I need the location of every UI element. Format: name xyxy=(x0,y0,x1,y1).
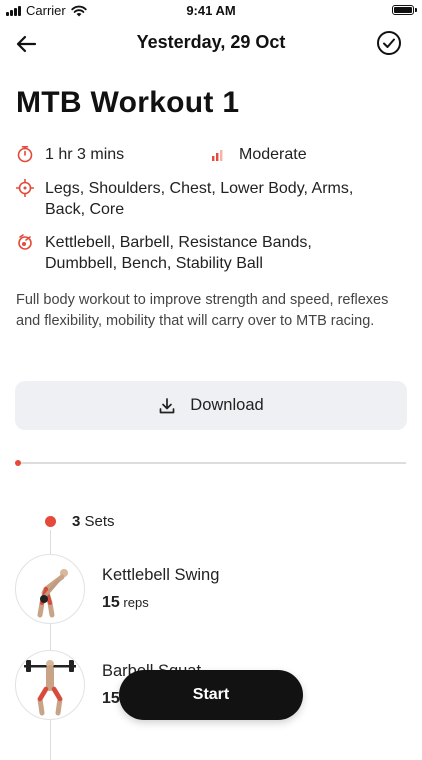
nav-bar: Yesterday, 29 Oct xyxy=(0,28,422,58)
reps-count: 15 xyxy=(102,594,120,611)
progress-indicator xyxy=(15,460,21,466)
barbell-squat-illustration xyxy=(24,660,76,716)
download-label: Download xyxy=(190,396,264,414)
target-icon xyxy=(16,179,34,197)
reps-unit: reps xyxy=(123,595,149,610)
sets-marker xyxy=(45,516,56,527)
exercise-reps: 15 reps xyxy=(102,594,149,612)
duration-row: 1 hr 3 mins xyxy=(16,144,124,165)
status-time: 9:41 AM xyxy=(186,3,236,18)
equipment-row: Kettlebell, Barbell, Resistance Bands, D… xyxy=(16,232,385,274)
workout-title: MTB Workout 1 xyxy=(16,86,240,119)
body-parts-row: Legs, Shoulders, Chest, Lower Body, Arms… xyxy=(16,178,385,220)
exercise-thumbnail[interactable] xyxy=(15,554,85,624)
nav-title: Yesterday, 29 Oct xyxy=(136,32,286,52)
workout-progress-bar xyxy=(15,460,406,466)
kettlebell-swing-illustration xyxy=(37,569,68,618)
sets-text: Sets xyxy=(84,513,115,530)
body-parts-text: Legs, Shoulders, Chest, Lower Body, Arms… xyxy=(45,180,354,218)
equipment-text: Kettlebell, Barbell, Resistance Bands, D… xyxy=(45,234,312,272)
battery-icon xyxy=(392,5,417,15)
sets-label: 3 Sets xyxy=(72,513,115,530)
status-bar: Carrier 9:41 AM xyxy=(0,0,422,22)
download-button[interactable]: Download xyxy=(15,381,407,430)
sets-count: 3 xyxy=(72,513,81,530)
download-icon xyxy=(159,397,175,413)
intensity-bars-icon xyxy=(212,150,223,161)
exercise-thumbnail[interactable] xyxy=(15,650,85,720)
progress-track xyxy=(16,462,406,464)
equipment-icon xyxy=(18,234,32,250)
intensity-row: Moderate xyxy=(210,144,307,165)
start-button[interactable]: Start xyxy=(119,670,303,720)
reps-count: 15 xyxy=(102,690,120,707)
duration-text: 1 hr 3 mins xyxy=(45,146,125,163)
stopwatch-icon xyxy=(17,146,33,163)
workout-description: Full body workout to improve strength an… xyxy=(16,292,389,329)
intensity-text: Moderate xyxy=(239,146,307,163)
exercise-name: Kettlebell Swing xyxy=(102,566,220,584)
check-circle-icon[interactable] xyxy=(376,30,402,56)
